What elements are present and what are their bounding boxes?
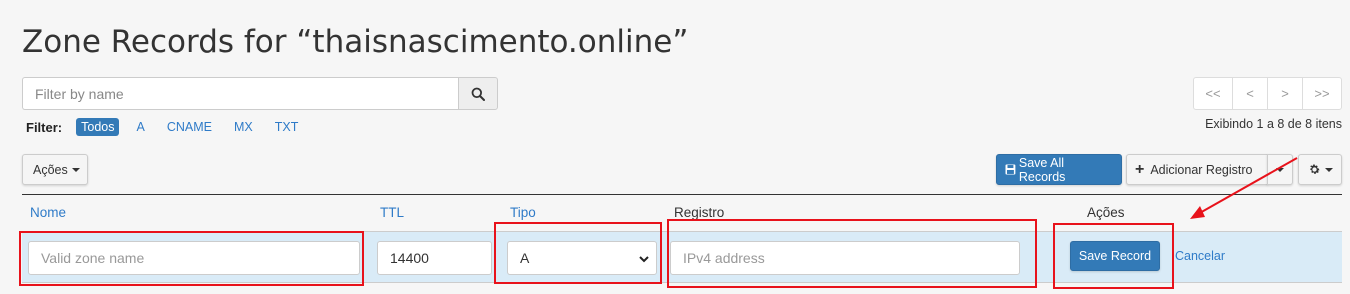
- caret-down-icon: [71, 167, 80, 172]
- plus-icon: +: [1135, 160, 1145, 178]
- results-count: Exibindo 1 a 8 de 8 itens: [1205, 117, 1342, 131]
- highlight-box-actions: [1053, 223, 1174, 289]
- highlight-box-name: [19, 231, 364, 286]
- actions-label: Ações: [33, 162, 68, 177]
- column-header-type[interactable]: Tipo: [510, 205, 536, 220]
- settings-dropdown[interactable]: [1298, 154, 1342, 185]
- gear-icon: [1309, 164, 1320, 174]
- caret-down-icon: [1276, 167, 1284, 172]
- page-first-button[interactable]: <<: [1193, 77, 1233, 110]
- column-header-actions: Ações: [1087, 205, 1125, 220]
- page-next-button[interactable]: >: [1267, 77, 1303, 110]
- column-header-record: Registro: [674, 205, 725, 220]
- save-all-button[interactable]: Save All Records: [996, 154, 1122, 185]
- search-icon: [471, 87, 485, 101]
- column-header-ttl[interactable]: TTL: [380, 205, 404, 220]
- add-record-button[interactable]: + Adicionar Registro: [1126, 154, 1268, 185]
- add-record-label: Adicionar Registro: [1150, 162, 1253, 177]
- filter-mx[interactable]: MX: [229, 118, 258, 136]
- search-input[interactable]: [22, 77, 458, 110]
- add-record-dropdown-toggle[interactable]: [1267, 154, 1293, 185]
- table-top-border: [22, 194, 1342, 195]
- page-last-button[interactable]: >>: [1302, 77, 1342, 110]
- highlight-box-record: [667, 219, 1037, 288]
- caret-down-icon: [1324, 167, 1333, 172]
- search-button[interactable]: [458, 77, 498, 110]
- filter-bar: Filter: Todos A CNAME MX TXT: [26, 118, 315, 136]
- pagination: << < > >>: [1193, 77, 1342, 110]
- ttl-field[interactable]: [377, 241, 492, 275]
- actions-dropdown[interactable]: Ações: [22, 154, 88, 185]
- highlight-box-type: [494, 222, 662, 284]
- filter-a[interactable]: A: [131, 118, 149, 136]
- filter-label: Filter:: [26, 119, 63, 135]
- column-header-name[interactable]: Nome: [30, 205, 66, 220]
- filter-cname[interactable]: CNAME: [162, 118, 217, 136]
- save-all-label: Save All Records: [1018, 155, 1066, 184]
- search-bar: [22, 77, 498, 110]
- cancel-link[interactable]: Cancelar: [1175, 249, 1225, 263]
- floppy-disk-icon: [1005, 164, 1016, 175]
- page-title: Zone Records for “thaisnascimento.online…: [22, 24, 689, 60]
- filter-txt[interactable]: TXT: [270, 118, 304, 136]
- filter-todos[interactable]: Todos: [76, 118, 120, 136]
- page-prev-button[interactable]: <: [1232, 77, 1268, 110]
